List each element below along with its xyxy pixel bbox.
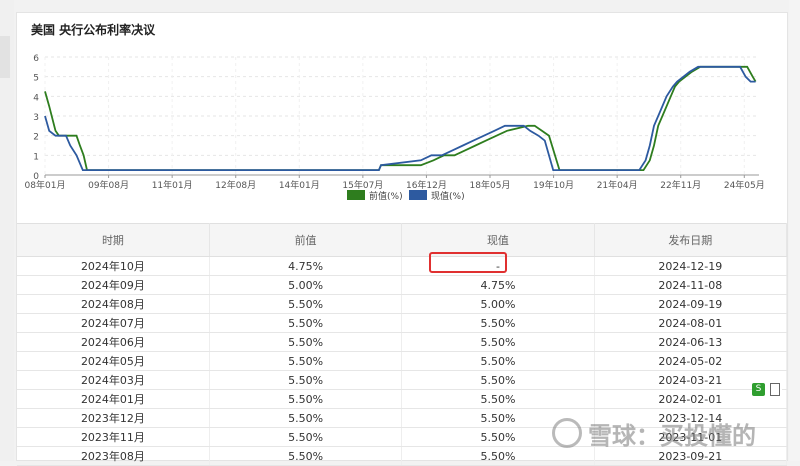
x-tick-label: 14年01月 [279,179,320,191]
y-tick-label: 4 [33,93,39,103]
cell-period: 2023年08月 [17,446,210,466]
table-row: 2024年10月 4.75% -2024-12-19 [17,256,788,276]
x-tick-label: 18年05月 [470,179,511,191]
cell-actual: 5.50% [401,313,595,333]
cell-previous: 5.50% [209,389,403,409]
cell-release-date: 2024-11-08 [594,275,788,295]
table-header-row: 时期 前值 现值 发布日期 [17,223,788,257]
cell-actual: 5.50% [401,370,595,390]
col-header-previous: 前值 [209,223,403,257]
cell-period: 2024年07月 [17,313,210,333]
y-tick-label: 2 [33,133,39,143]
x-tick-label: 16年12月 [406,179,447,191]
left-gutter [0,0,14,461]
x-tick-label: 24年05月 [724,179,765,191]
cell-previous: 4.75% [209,256,403,276]
table-row: 2024年07月 5.50% 5.50% 2024-08-01 [17,313,788,333]
cell-actual: 5.00% [401,294,595,314]
x-tick-label: 19年10月 [533,179,574,191]
table-row: 2024年05月 5.50% 5.50% 2024-05-02 [17,351,788,371]
x-tick-label: 22年11月 [660,179,701,191]
cell-previous: 5.50% [209,332,403,352]
green-badge-icon[interactable]: S [752,383,765,396]
cell-previous: 5.50% [209,313,403,333]
watermark: 雪球：买投懂的 [552,410,756,456]
legend-swatch-2 [409,190,427,200]
rate-decision-panel: 美国 央行公布利率决议 0 1 2 3 4 5 6 08年01月 09年08月 11年01月 12年… [16,12,788,466]
legend-label-2: 现值(%) [431,190,465,202]
cell-actual: 5.50% [401,389,595,409]
side-icons: S [752,383,782,397]
x-tick-label: 21年04月 [597,179,638,191]
legend-label-1: 前值(%) [369,190,403,202]
x-tick-label: 12年08月 [215,179,256,191]
col-header-period: 时期 [17,223,210,257]
highlight-box [429,252,507,273]
cell-release-date: 2024-05-02 [594,351,788,371]
cell-period: 2024年08月 [17,294,210,314]
table-row: 2024年01月 5.50% 5.50% 2024-02-01 [17,389,788,409]
x-tick-label: 15年07月 [342,179,383,191]
rate-chart: 0 1 2 3 4 5 6 08年01月 09年08月 11年01月 12年08月 14年01月 15年… [17,13,787,217]
watermark-logo-icon [552,418,582,448]
cell-release-date: 2024-08-01 [594,313,788,333]
frame-icon[interactable] [770,383,780,396]
rate-chart-svg: 012345608年01月 09年08月 11年01月 12年08月 14年01月 15年… [25,54,765,202]
cell-period: 2023年12月 [17,408,210,428]
cell-previous: 5.50% [209,408,403,428]
table-row: 2024年06月 5.50% 5.50% 2024-06-13 [17,332,788,352]
table-row: 2024年03月 5.50% 5.50% 2024-03-21 [17,370,788,390]
cell-previous: 5.50% [209,351,403,371]
cell-period: 2023年11月 [17,427,210,447]
cell-period: 2024年05月 [17,351,210,371]
cell-period: 2024年09月 [17,275,210,295]
series-line-2 [44,65,756,171]
cell-release-date: 2024-12-19 [594,256,788,276]
left-tab[interactable] [0,36,10,78]
cell-period: 2024年10月 [17,256,210,276]
y-tick-label: 6 [33,54,39,64]
x-tick-label: 09年08月 [88,179,129,191]
table-row: 2024年08月 5.50% 5.00% 2024-09-19 [17,294,788,314]
cell-actual: 4.75% [401,275,595,295]
table-row: 2024年09月 5.00% 4.75% 2024-11-08 [17,275,788,295]
cell-previous: 5.50% [209,294,403,314]
cell-period: 2024年06月 [17,332,210,352]
x-tick-label: 08年01月 [25,179,66,191]
cell-previous: 5.00% [209,275,403,295]
cell-previous: 5.50% [209,427,403,447]
y-tick-label: 3 [33,113,39,123]
cell-previous: 5.50% [209,446,403,466]
cell-actual: 5.50% [401,332,595,352]
y-tick-label: 1 [33,152,39,162]
watermark-text: 雪球：买投懂的 [588,421,756,450]
y-tick-label: 5 [33,74,39,84]
cell-actual: 5.50% [401,351,595,371]
cell-period: 2024年01月 [17,389,210,409]
col-header-release-date: 发布日期 [594,223,788,257]
series-line-1 [44,65,757,171]
x-tick-label: 11年01月 [152,179,193,191]
legend-swatch-1 [347,190,365,200]
cell-previous: 5.50% [209,370,403,390]
cell-release-date: 2024-09-19 [594,294,788,314]
right-gutter [789,0,800,461]
cell-period: 2024年03月 [17,370,210,390]
cell-release-date: 2024-06-13 [594,332,788,352]
